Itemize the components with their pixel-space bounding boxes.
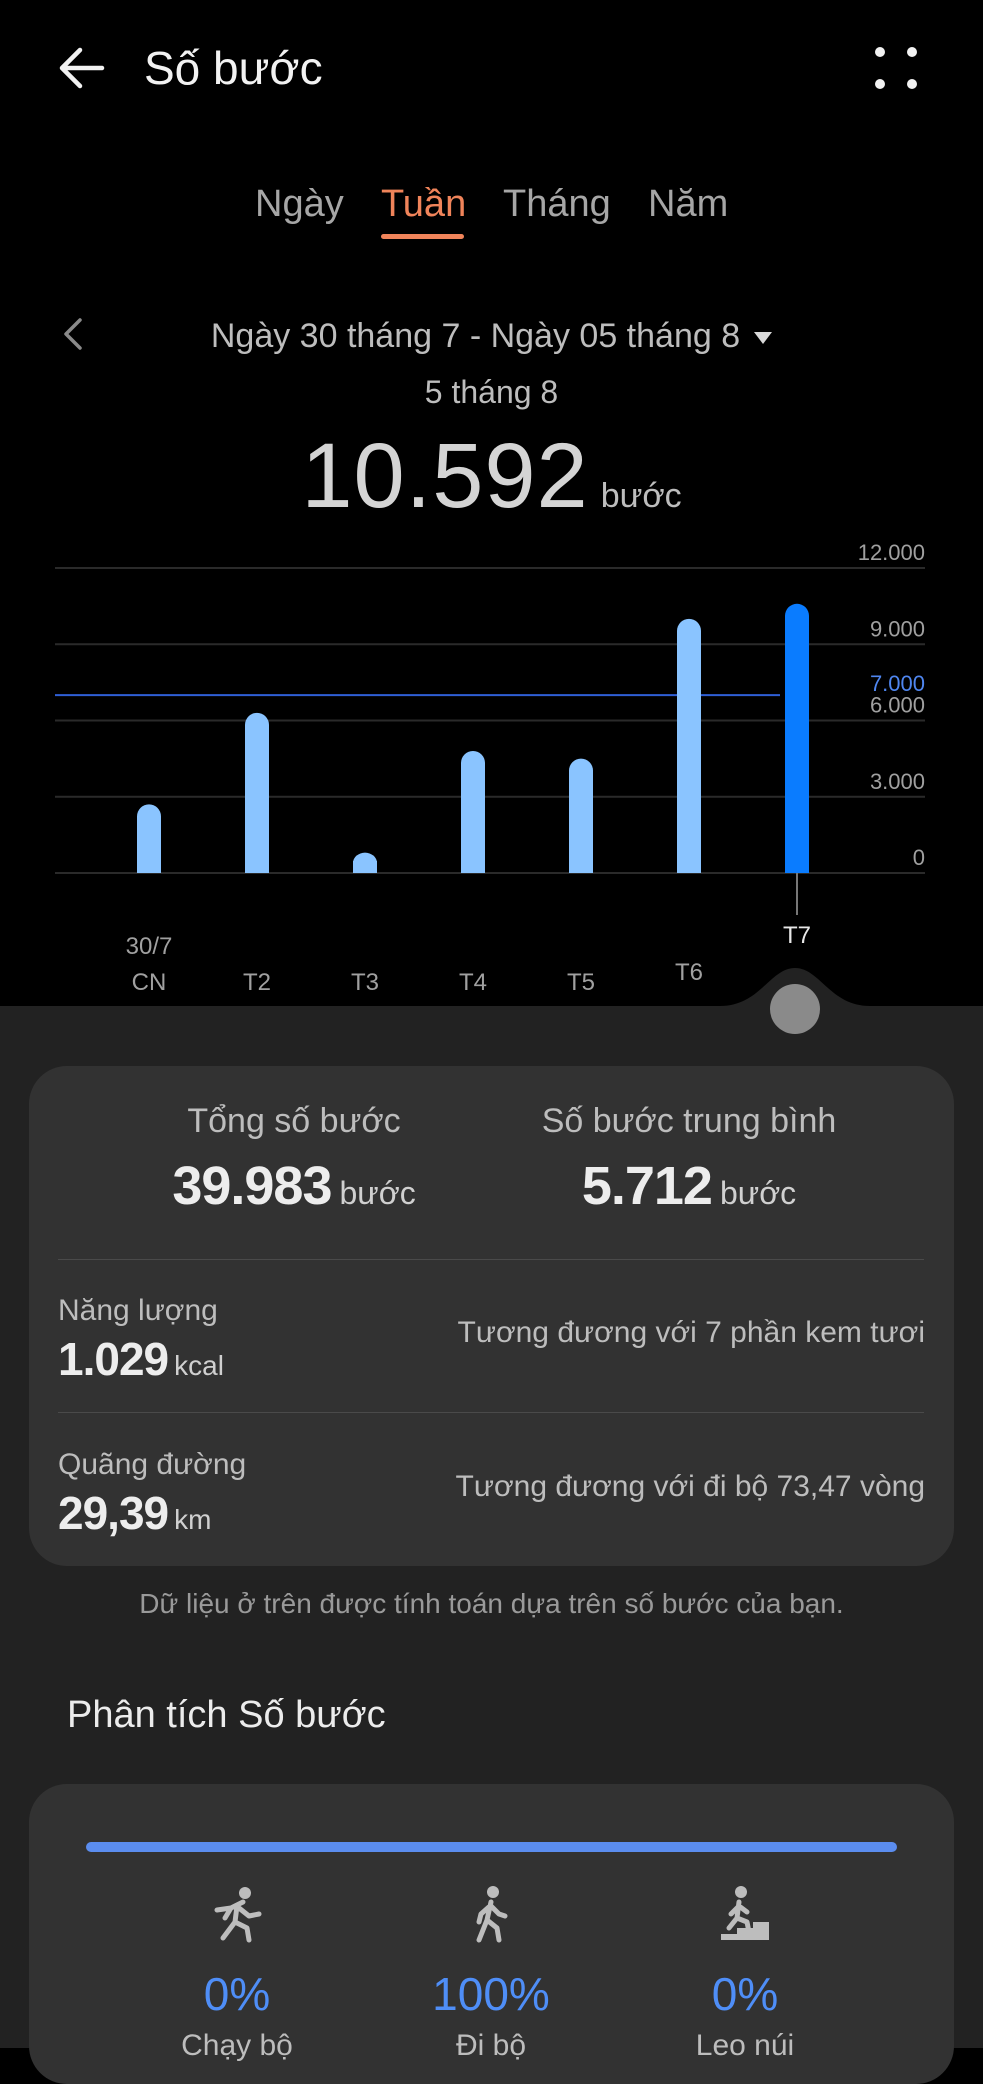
back-arrow-icon[interactable] <box>52 36 116 100</box>
climbing-label: Leo núi <box>695 2029 795 2062</box>
weekly-steps-chart[interactable]: 12.0009.0006.0003.00007.000CN30/7T2 T3 T4 T… <box>0 530 983 1010</box>
total-steps-unit: bước <box>339 1175 416 1211</box>
activity-walking: 100% Đi bộ <box>371 1884 611 2063</box>
distance-equivalent: Tương đương với đi bộ 73,47 vòng <box>455 1470 925 1503</box>
bar-base <box>353 861 377 873</box>
energy-equivalent: Tương đương với 7 phần kem tươi <box>457 1316 925 1349</box>
bar <box>677 618 701 873</box>
bar-base <box>785 861 809 873</box>
running-icon <box>214 1887 262 1943</box>
page-title: Số bước <box>144 42 323 94</box>
more-options-icon[interactable] <box>866 40 926 100</box>
x-date-label: 30/7 <box>126 933 173 960</box>
y-tick-label: 3.000 <box>870 769 925 794</box>
total-steps: Tổng số bước 39.983 bước <box>84 1102 504 1217</box>
walking-percent: 100% <box>432 1968 550 2020</box>
y-tick-label: 0 <box>913 845 925 870</box>
distance-value: 29,39 <box>58 1487 169 1539</box>
y-tick-label: 9.000 <box>870 616 925 641</box>
analysis-title: Phân tích Số bước <box>67 1694 386 1736</box>
average-steps: Số bước trung bình 5.712 bước <box>479 1102 899 1217</box>
distance-unit: km <box>174 1504 212 1535</box>
top-panel: Số bước Ngày Tuần Tháng Năm Ngày 30 thán… <box>0 0 983 1008</box>
tab-month[interactable]: Tháng <box>503 180 611 228</box>
dropdown-caret-icon <box>754 332 773 345</box>
divider <box>58 1259 924 1260</box>
data-note: Dữ liệu ở trên được tính toán dựa trên s… <box>139 1588 844 1619</box>
walking-icon <box>476 1886 508 1943</box>
bar <box>785 603 809 873</box>
activity-running: 0% Chạy bộ <box>117 1884 357 2063</box>
tab-day[interactable]: Ngày <box>255 180 344 228</box>
bar-base <box>461 861 485 873</box>
climbing-icon <box>721 1886 769 1940</box>
bar-base <box>245 861 269 873</box>
period-tabs: Ngày Tuần Tháng Năm <box>0 170 983 250</box>
summary-card: Tổng số bước 39.983 bước Số bước trung bì… <box>29 1066 954 1566</box>
chart-scrubber[interactable] <box>0 962 983 1042</box>
total-steps-value: 39.983 <box>172 1156 332 1216</box>
goal-label: 7.000 <box>870 671 925 696</box>
date-range-label: Ngày 30 tháng 7 - Ngày 05 tháng 8 <box>210 317 741 355</box>
bar-base <box>677 861 701 873</box>
divider <box>58 1412 924 1413</box>
running-percent: 0% <box>203 1968 271 2020</box>
bar <box>569 758 593 873</box>
average-steps-unit: bước <box>719 1175 797 1211</box>
selected-date: 5 tháng 8 <box>424 374 559 410</box>
distance-label: Quãng đường <box>58 1448 247 1481</box>
average-steps-value: 5.712 <box>581 1156 713 1216</box>
app-header: Số bước <box>0 0 983 140</box>
running-label: Chạy bộ <box>181 2029 293 2062</box>
average-steps-label: Số bước trung bình <box>541 1102 837 1140</box>
selected-steps-value: 10.592 <box>301 425 589 527</box>
bar <box>461 751 485 873</box>
y-tick-label: 12.000 <box>858 540 925 565</box>
energy-value: 1.029 <box>58 1333 169 1385</box>
tab-year[interactable]: Năm <box>648 180 728 228</box>
analysis-card[interactable]: 0% Chạy bộ 100% Đi bộ 0% Leo núi <box>29 1784 954 2084</box>
total-steps-label: Tổng số bước <box>187 1102 401 1140</box>
date-range-selector[interactable]: Ngày 30 tháng 7 - Ngày 05 tháng 8 <box>0 314 983 358</box>
bar-base <box>569 861 593 873</box>
scrubber-handle[interactable] <box>770 984 820 1034</box>
activity-climbing: 0% Leo núi <box>625 1884 865 2063</box>
bar-base <box>137 861 161 873</box>
tab-week[interactable]: Tuần <box>381 180 466 228</box>
active-tab-indicator <box>381 234 464 239</box>
energy-unit: kcal <box>174 1350 224 1381</box>
selected-steps-unit: bước <box>600 477 682 515</box>
activity-distribution-bar <box>86 1842 897 1852</box>
bar <box>245 712 269 873</box>
x-tick-label: T7 <box>783 922 811 949</box>
selected-steps: 10.592 bước <box>0 424 983 529</box>
climbing-percent: 0% <box>711 1968 779 2020</box>
walking-label: Đi bộ <box>455 2029 527 2062</box>
energy-label: Năng lượng <box>58 1294 218 1327</box>
y-tick-label: 6.000 <box>870 693 925 718</box>
